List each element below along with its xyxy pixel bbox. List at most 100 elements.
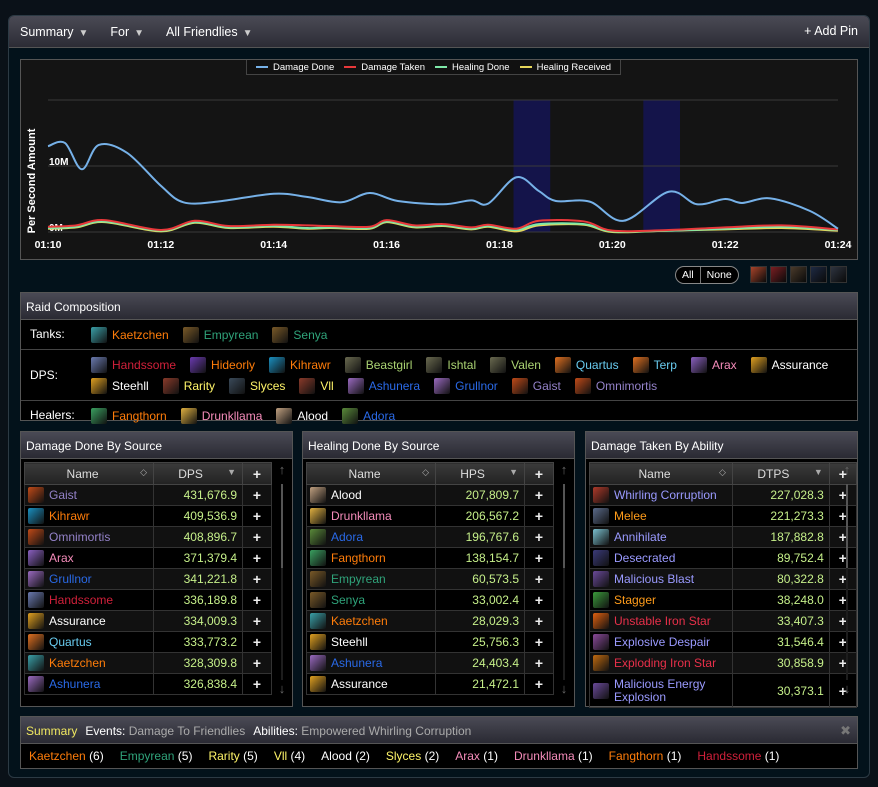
add-pin-row-button[interactable]: + [242, 526, 272, 548]
table-row[interactable]: Whirling Corruption 227,028.3 + [589, 484, 858, 506]
table-row[interactable]: Ashunera 24,403.4 + [306, 652, 554, 674]
table-row[interactable]: Alood 207,809.7 + [306, 484, 554, 506]
summary-item[interactable]: Rarity (5) [208, 749, 257, 763]
add-pin-row-button[interactable]: + [524, 631, 554, 653]
scroll-down-icon[interactable]: ↓ [557, 681, 571, 696]
add-pin-row-button[interactable]: + [524, 673, 554, 695]
table-row[interactable]: Kihrawr 409,536.9 + [24, 505, 272, 527]
table-row[interactable]: Drunkllama 206,567.2 + [306, 505, 554, 527]
name-column-header[interactable]: Name ◇ [589, 462, 733, 485]
table-row[interactable]: Assurance 21,472.1 + [306, 673, 554, 695]
table-row[interactable]: Empyrean 60,573.5 + [306, 568, 554, 590]
table-row[interactable]: Malicious Energy Explosion 30,373.1 + [589, 673, 858, 708]
raid-member[interactable]: Valen [490, 354, 541, 375]
add-pin-row-button[interactable]: + [524, 652, 554, 674]
add-pin-row-button[interactable]: + [242, 568, 272, 590]
skull-boss-icon[interactable] [830, 266, 847, 283]
scroll-up-icon[interactable]: ↑ [561, 462, 568, 477]
raid-member[interactable]: Quartus [554, 354, 619, 375]
scrollbar[interactable]: ↑ ↓ [557, 462, 571, 702]
legend-item[interactable]: Healing Done [435, 62, 510, 73]
table-row[interactable]: Unstable Iron Star 33,407.3 + [589, 610, 858, 632]
raid-member[interactable]: Arax [690, 354, 737, 375]
scroll-down-icon[interactable]: ↓ [840, 681, 854, 696]
summary-item[interactable]: Kaetzchen (6) [29, 749, 104, 763]
raid-member[interactable]: Fangthorn [91, 405, 167, 426]
add-pin-row-button[interactable]: + [524, 547, 554, 569]
summary-item[interactable]: Alood (2) [321, 749, 370, 763]
chart[interactable]: 0M 10M 01:10 01:12 01:14 01:16 01:18 01:20 01:22… [20, 59, 858, 260]
raid-member[interactable]: Grullnor [434, 375, 498, 396]
add-pin-row-button[interactable]: + [524, 505, 554, 527]
raid-member[interactable]: Kaetzchen [91, 324, 169, 345]
fire-boss-icon[interactable] [750, 266, 767, 283]
raid-member[interactable]: Rarity [162, 375, 215, 396]
raid-member[interactable]: Hideorly [190, 354, 255, 375]
add-pin-row-button[interactable]: + [524, 589, 554, 611]
table-row[interactable]: Ashunera 326,838.4 + [24, 673, 272, 695]
value-column-header[interactable]: DPS ▼ [153, 462, 243, 485]
scroll-up-icon[interactable]: ↑ [279, 462, 286, 477]
summary-item[interactable]: Fangthorn (1) [609, 749, 682, 763]
raid-member[interactable]: Slyces [229, 375, 285, 396]
table-row[interactable]: Senya 33,002.4 + [306, 589, 554, 611]
table-row[interactable]: Quartus 333,773.2 + [24, 631, 272, 653]
summary-item[interactable]: Vll (4) [274, 749, 305, 763]
raid-member[interactable]: Vll [299, 375, 334, 396]
legend-item[interactable]: Healing Received [519, 62, 611, 73]
scroll-track[interactable] [281, 484, 283, 680]
add-pin-row-button[interactable]: + [524, 526, 554, 548]
table-row[interactable]: Annihilate 187,882.8 + [589, 526, 858, 548]
table-row[interactable]: Malicious Blast 80,322.8 + [589, 568, 858, 590]
add-pin-row-button[interactable]: + [242, 652, 272, 674]
raid-member[interactable]: Ishtal [426, 354, 476, 375]
raid-member[interactable]: Ashunera [347, 375, 420, 396]
raid-member[interactable]: Assurance [750, 354, 828, 375]
scroll-down-icon[interactable]: ↓ [275, 681, 289, 696]
raid-member[interactable]: Steehll [91, 375, 149, 396]
table-row[interactable]: Omnimortis 408,896.7 + [24, 526, 272, 548]
add-pin-button[interactable]: + Add Pin [804, 24, 858, 38]
table-row[interactable]: Exploding Iron Star 30,858.9 + [589, 652, 858, 674]
add-column-button[interactable]: + [242, 462, 272, 485]
close-icon[interactable]: ✖ [840, 723, 851, 739]
summary-item[interactable]: Drunkllama (1) [514, 749, 593, 763]
scroll-track[interactable] [846, 484, 848, 680]
add-pin-row-button[interactable]: + [524, 484, 554, 506]
table-row[interactable]: Gaist 431,676.9 + [24, 484, 272, 506]
value-column-header[interactable]: DTPS ▼ [731, 462, 830, 485]
scrollbar[interactable]: ↑ ↓ [275, 462, 289, 702]
table-row[interactable]: Kaetzchen 28,029.3 + [306, 610, 554, 632]
table-row[interactable]: Handssome 336,189.8 + [24, 589, 272, 611]
summary-item[interactable]: Slyces (2) [386, 749, 439, 763]
table-row[interactable]: Fangthorn 138,154.7 + [306, 547, 554, 569]
scroll-track[interactable] [563, 484, 565, 680]
add-pin-row-button[interactable]: + [524, 610, 554, 632]
raid-member[interactable]: Alood [276, 405, 328, 426]
raid-member[interactable]: Empyrean [182, 324, 258, 345]
add-pin-row-button[interactable]: + [242, 673, 272, 695]
warrior-boss-icon[interactable] [790, 266, 807, 283]
table-row[interactable]: Steehll 25,756.3 + [306, 631, 554, 653]
table-row[interactable]: Arax 371,379.4 + [24, 547, 272, 569]
table-row[interactable]: Explosive Despair 31,546.4 + [589, 631, 858, 653]
raid-member[interactable]: Beastgirl [344, 354, 412, 375]
legend-item[interactable]: Damage Done [256, 62, 334, 73]
table-row[interactable]: Kaetzchen 328,309.8 + [24, 652, 272, 674]
demon-boss-icon[interactable] [810, 266, 827, 283]
raid-member[interactable]: Drunkllama [180, 405, 262, 426]
table-row[interactable]: Stagger 38,248.0 + [589, 589, 858, 611]
value-column-header[interactable]: HPS ▼ [435, 462, 525, 485]
all-button[interactable]: All [676, 267, 700, 283]
table-row[interactable]: Adora 196,767.6 + [306, 526, 554, 548]
friendlies-dropdown[interactable]: All Friendlies ▼ [166, 25, 252, 39]
summary-item[interactable]: Handssome (1) [697, 749, 779, 763]
raid-member[interactable]: Senya [272, 324, 327, 345]
table-row[interactable]: Assurance 334,009.3 + [24, 610, 272, 632]
add-pin-row-button[interactable]: + [242, 589, 272, 611]
name-column-header[interactable]: Name ◇ [306, 462, 436, 485]
add-column-button[interactable]: + [524, 462, 554, 485]
scrollbar[interactable]: ↑ ↓ [840, 462, 854, 702]
summary-item[interactable]: Empyrean (5) [120, 749, 193, 763]
table-row[interactable]: Desecrated 89,752.4 + [589, 547, 858, 569]
